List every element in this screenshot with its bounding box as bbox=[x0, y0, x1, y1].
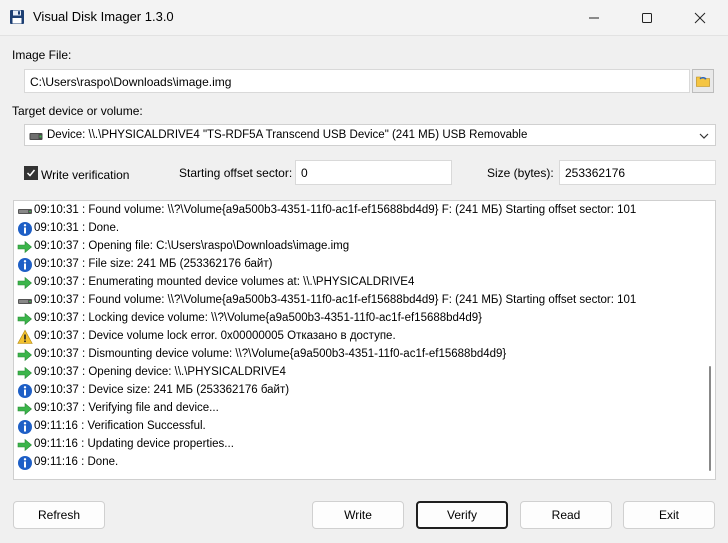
size-bytes-value: 253362176 bbox=[565, 166, 626, 180]
log-entry-text: 09:10:37 : Found volume: \\?\Volume{a9a5… bbox=[34, 294, 637, 306]
log-scrollbar[interactable] bbox=[704, 201, 715, 479]
drive-icon bbox=[17, 203, 33, 219]
maximize-button[interactable] bbox=[624, 0, 670, 35]
minimize-icon bbox=[589, 17, 599, 18]
log-entry-text: 09:10:37 : Verifying file and device... bbox=[34, 402, 219, 414]
log-entry-text: 09:10:31 : Found volume: \\?\Volume{a9a5… bbox=[34, 204, 637, 216]
close-icon bbox=[694, 12, 706, 23]
arrow-right-icon bbox=[17, 275, 33, 291]
log-entry-text: 09:10:37 : Device volume lock error. 0x0… bbox=[34, 330, 396, 342]
write-verification-label: Write verification bbox=[41, 168, 130, 182]
log-entry-text: 09:10:37 : File size: 241 МБ (253362176 … bbox=[34, 258, 273, 270]
arrow-right-icon bbox=[17, 437, 33, 453]
log-entry[interactable]: 09:10:37 : Enumerating mounted device vo… bbox=[14, 274, 704, 292]
log-entry-text: 09:10:37 : Dismounting device volume: \\… bbox=[34, 348, 507, 360]
image-file-input[interactable]: C:\Users\raspo\Downloads\image.img bbox=[24, 69, 690, 93]
log-entry[interactable]: 09:10:31 : Found volume: \\?\Volume{a9a5… bbox=[14, 202, 704, 220]
log-entry[interactable]: 09:10:37 : Opening device: \\.\PHYSICALD… bbox=[14, 364, 704, 382]
log-entry-text: 09:10:37 : Locking device volume: \\?\Vo… bbox=[34, 312, 482, 324]
floppy-disk-icon bbox=[10, 10, 24, 24]
log-entry[interactable]: 09:10:31 : Done. bbox=[14, 220, 704, 238]
log-entry-text: 09:10:37 : Enumerating mounted device vo… bbox=[34, 276, 415, 288]
log-list[interactable]: 09:10:31 : Found volume: \\?\Volume{a9a5… bbox=[13, 200, 716, 480]
maximize-icon bbox=[642, 12, 652, 23]
chevron-down-icon bbox=[699, 133, 709, 139]
info-icon bbox=[17, 383, 33, 399]
info-icon bbox=[17, 455, 33, 471]
log-entry-text: 09:11:16 : Done. bbox=[34, 456, 119, 468]
target-device-label: Target device or volume: bbox=[12, 104, 143, 118]
target-device-select[interactable]: Device: \\.\PHYSICALDRIVE4 "TS-RDF5A Tra… bbox=[24, 124, 716, 146]
verify-button[interactable]: Verify bbox=[416, 501, 508, 529]
offset-sector-label: Starting offset sector: bbox=[179, 166, 293, 180]
log-entry-text: 09:11:16 : Verification Successful. bbox=[34, 420, 206, 432]
info-icon bbox=[17, 419, 33, 435]
log-entry[interactable]: 09:11:16 : Done. bbox=[14, 454, 704, 472]
log-entry[interactable]: 09:11:16 : Verification Successful. bbox=[14, 418, 704, 436]
log-entry[interactable]: 09:10:37 : Locking device volume: \\?\Vo… bbox=[14, 310, 704, 328]
folder-open-icon bbox=[696, 76, 710, 87]
close-button[interactable] bbox=[677, 0, 723, 35]
usb-drive-icon bbox=[29, 133, 43, 140]
minimize-button[interactable] bbox=[571, 0, 617, 35]
log-entry[interactable]: 09:11:16 : Updating device properties... bbox=[14, 436, 704, 454]
log-entry-text: 09:10:37 : Opening file: C:\Users\raspo\… bbox=[34, 240, 350, 252]
info-icon bbox=[17, 257, 33, 273]
size-bytes-input[interactable]: 253362176 bbox=[559, 160, 716, 185]
browse-button[interactable] bbox=[692, 69, 714, 93]
log-entry[interactable]: 09:10:37 : Device size: 241 МБ (25336217… bbox=[14, 382, 704, 400]
image-file-label: Image File: bbox=[12, 48, 72, 62]
log-entry-text: 09:10:31 : Done. bbox=[34, 222, 120, 234]
log-entry[interactable]: 09:10:37 : Dismounting device volume: \\… bbox=[14, 346, 704, 364]
offset-sector-input[interactable]: 0 bbox=[295, 160, 452, 185]
window-title: Visual Disk Imager 1.3.0 bbox=[33, 9, 174, 24]
log-entry[interactable]: 09:10:37 : File size: 241 МБ (253362176 … bbox=[14, 256, 704, 274]
info-icon bbox=[17, 221, 33, 237]
log-entry[interactable]: 09:10:37 : Device volume lock error. 0x0… bbox=[14, 328, 704, 346]
image-file-value: C:\Users\raspo\Downloads\image.img bbox=[30, 75, 232, 89]
arrow-right-icon bbox=[17, 347, 33, 363]
log-entry-text: 09:10:37 : Opening device: \\.\PHYSICALD… bbox=[34, 366, 286, 378]
log-entry-text: 09:11:16 : Updating device properties... bbox=[34, 438, 234, 450]
warning-icon bbox=[17, 329, 33, 345]
read-button[interactable]: Read bbox=[520, 501, 612, 529]
log-scrollbar-thumb[interactable] bbox=[709, 366, 711, 471]
write-verification-checkbox[interactable] bbox=[24, 166, 38, 180]
target-device-value: Device: \\.\PHYSICALDRIVE4 "TS-RDF5A Tra… bbox=[47, 129, 528, 141]
arrow-right-icon bbox=[17, 239, 33, 255]
size-bytes-label: Size (bytes): bbox=[487, 166, 554, 180]
log-entry-text: 09:10:37 : Device size: 241 МБ (25336217… bbox=[34, 384, 290, 396]
refresh-button[interactable]: Refresh bbox=[13, 501, 105, 529]
write-button[interactable]: Write bbox=[312, 501, 404, 529]
log-entry[interactable]: 09:10:37 : Found volume: \\?\Volume{a9a5… bbox=[14, 292, 704, 310]
arrow-right-icon bbox=[17, 365, 33, 381]
arrow-right-icon bbox=[17, 401, 33, 417]
log-entry[interactable]: 09:10:37 : Opening file: C:\Users\raspo\… bbox=[14, 238, 704, 256]
drive-icon bbox=[17, 293, 33, 309]
title-bar: Visual Disk Imager 1.3.0 bbox=[0, 0, 728, 36]
log-entry[interactable]: 09:10:37 : Verifying file and device... bbox=[14, 400, 704, 418]
checkmark-icon bbox=[26, 169, 36, 177]
offset-sector-value: 0 bbox=[301, 166, 308, 180]
arrow-right-icon bbox=[17, 311, 33, 327]
exit-button[interactable]: Exit bbox=[623, 501, 715, 529]
